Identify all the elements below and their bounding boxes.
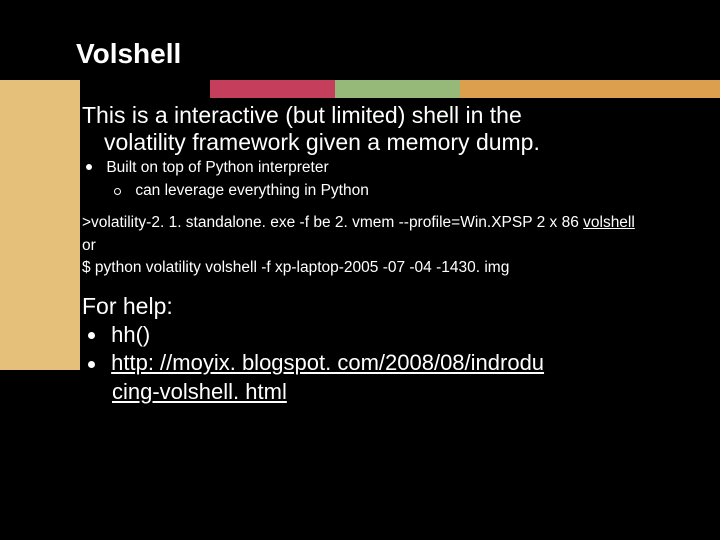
band-seg-orange: [460, 80, 720, 98]
slide-title: Volshell: [76, 38, 181, 70]
slide-body: This is a interactive (but limited) shel…: [82, 102, 708, 406]
intro-line-2: volatility framework given a memory dump…: [82, 129, 540, 155]
command-1-volshell: volshell: [583, 214, 635, 231]
help-item-1-text: hh(): [111, 322, 150, 347]
command-line-2: $ python volatility volshell -f xp-lapto…: [82, 257, 708, 279]
sub-bullet-1-text: can leverage everything in Python: [135, 182, 369, 199]
bullet-icon: [88, 332, 95, 339]
help-item-1: hh(): [84, 321, 708, 350]
intro-line-1: This is a interactive (but limited) shel…: [82, 102, 522, 128]
slide: Volshell This is a interactive (but limi…: [0, 0, 720, 540]
band-seg-gap: [80, 80, 210, 98]
help-heading: For help:: [82, 292, 708, 321]
help-item-2: http: //moyix. blogspot. com/2008/08/ind…: [84, 349, 708, 406]
left-sidebar: [0, 80, 80, 370]
band-seg-red: [210, 80, 335, 98]
bullet-icon: [88, 361, 95, 368]
command-block: >volatility-2. 1. standalone. exe -f be …: [82, 212, 708, 279]
band-seg-green: [335, 80, 460, 98]
command-1-prefix: >volatility-2. 1. standalone. exe -f be …: [82, 214, 583, 231]
sub-bullet-1: can leverage everything in Python: [114, 182, 708, 200]
bullet-1: Built on top of Python interpreter: [84, 158, 708, 178]
command-or: or: [82, 235, 708, 257]
help-link[interactable]: http: //moyix. blogspot. com/2008/08/ind…: [111, 350, 544, 375]
bullet-1-text: Built on top of Python interpreter: [106, 159, 328, 176]
help-link-cont[interactable]: cing-volshell. html: [112, 378, 287, 407]
accent-band: [0, 80, 720, 98]
bullet-icon: [86, 164, 92, 170]
circle-icon: [114, 188, 121, 195]
command-line-1: >volatility-2. 1. standalone. exe -f be …: [82, 212, 708, 234]
intro-text: This is a interactive (but limited) shel…: [82, 102, 708, 156]
